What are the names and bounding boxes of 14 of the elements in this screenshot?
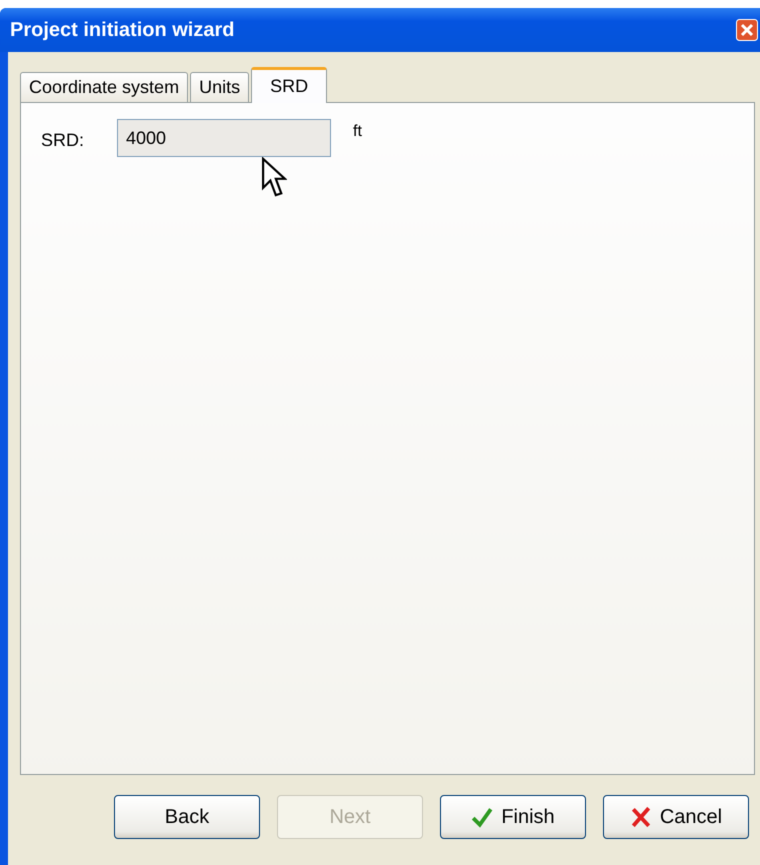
wizard-button[interactable]: Back xyxy=(114,795,260,839)
tab[interactable]: SRD xyxy=(251,67,328,103)
close-icon[interactable] xyxy=(736,19,758,41)
window-title: Project initiation wizard xyxy=(10,18,234,42)
tab[interactable]: Units xyxy=(190,72,250,102)
srd-input-field[interactable]: 4000 xyxy=(117,119,331,157)
tab[interactable]: Coordinate system xyxy=(20,72,188,102)
wizard-button[interactable]: Cancel xyxy=(603,795,749,839)
wizard-button[interactable]: Finish xyxy=(440,795,586,839)
srd-label: SRD: xyxy=(41,130,86,151)
cross-icon xyxy=(630,806,652,828)
mouse-pointer-icon xyxy=(261,157,287,197)
unit-label: ft xyxy=(353,123,362,141)
checkmark-icon xyxy=(471,806,494,828)
